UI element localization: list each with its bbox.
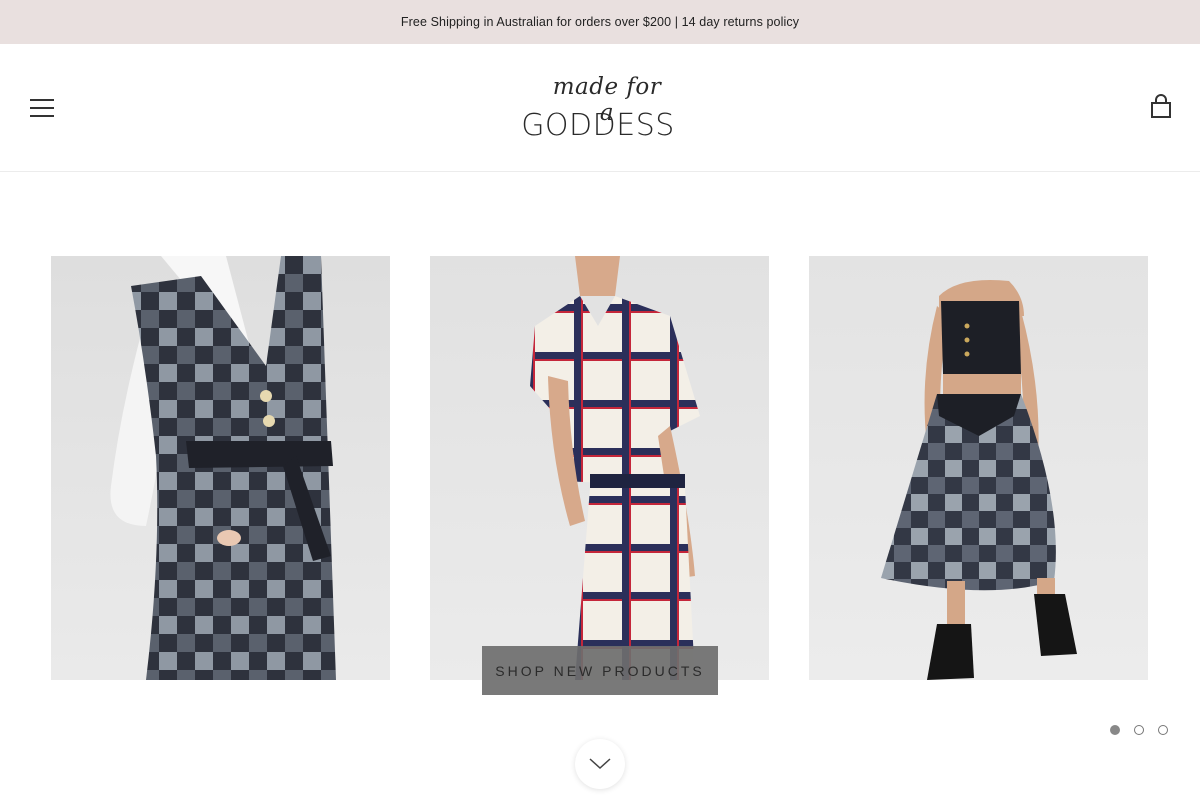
product-image-pinafore-dress[interactable] <box>51 256 390 680</box>
product-image-crop-top-skirt[interactable] <box>809 256 1148 680</box>
slide-dot-1[interactable] <box>1110 725 1120 735</box>
site-header: made for a GODDESS <box>0 44 1200 172</box>
logo-main-text: GODDESS <box>521 108 675 143</box>
shopping-bag-icon[interactable] <box>1148 94 1174 122</box>
hero-slideshow: SHOP NEW PRODUCTS <box>0 172 1200 800</box>
product-image-grid-print-set[interactable] <box>430 256 769 680</box>
announcement-bar: Free Shipping in Australian for orders o… <box>0 0 1200 44</box>
hamburger-menu-icon[interactable] <box>28 96 56 120</box>
site-logo[interactable]: made for a GODDESS <box>520 74 680 146</box>
slide-dot-2[interactable] <box>1134 725 1144 735</box>
shop-new-products-button[interactable]: SHOP NEW PRODUCTS <box>482 646 718 695</box>
announcement-text: Free Shipping in Australian for orders o… <box>400 15 800 29</box>
slideshow-pagination <box>1110 725 1170 737</box>
chevron-down-icon[interactable] <box>575 739 625 789</box>
slide-dot-3[interactable] <box>1158 725 1168 735</box>
